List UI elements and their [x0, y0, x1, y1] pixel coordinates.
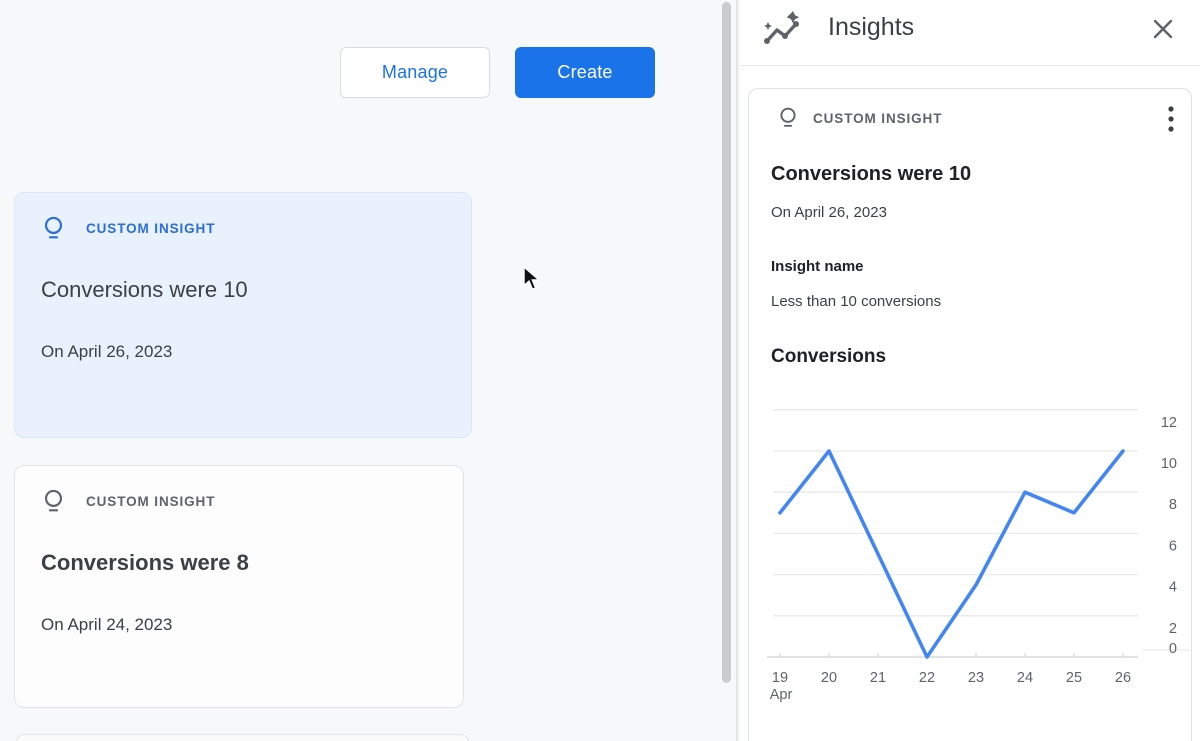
svg-text:23: 23: [968, 670, 984, 686]
left-list-scrollbar[interactable]: [722, 2, 731, 683]
insight-card-date: On April 24, 2023: [41, 615, 172, 635]
insight-name-label: Insight name: [771, 258, 864, 275]
metric-heading: Conversions: [771, 346, 886, 368]
svg-text:20: 20: [821, 670, 837, 686]
lightbulb-icon: [41, 215, 66, 242]
svg-text:12: 12: [1161, 415, 1177, 431]
analytics-insights-screen: Manage Create CUSTOM INSIGHT Conversions…: [0, 0, 1200, 741]
custom-insight-badge-row: CUSTOM INSIGHT: [41, 488, 215, 515]
manage-button[interactable]: Manage: [340, 47, 490, 98]
insight-name-value: Less than 10 conversions: [771, 293, 941, 310]
mouse-cursor: [522, 266, 544, 292]
conversions-line-chart: 1210864201920212223242526Apr: [740, 390, 1200, 712]
svg-text:19: 19: [772, 670, 788, 686]
custom-insight-badge-row: CUSTOM INSIGHT: [41, 215, 215, 242]
insights-icon: [760, 9, 806, 51]
custom-insight-badge: CUSTOM INSIGHT: [813, 111, 942, 126]
insights-panel: Insights CUSTOM INSIGHT: [740, 0, 1200, 741]
kebab-menu-icon: [1168, 105, 1174, 133]
insight-card-date: On April 26, 2023: [41, 342, 172, 362]
insight-card-conversions-10[interactable]: CUSTOM INSIGHT Conversions were 10 On Ap…: [14, 192, 472, 438]
custom-insight-badge-row: CUSTOM INSIGHT: [777, 106, 942, 130]
svg-text:22: 22: [919, 670, 935, 686]
panel-title: Insights: [828, 13, 914, 42]
svg-text:2: 2: [1169, 621, 1177, 637]
lightbulb-icon: [41, 488, 66, 515]
svg-text:21: 21: [870, 670, 886, 686]
svg-text:6: 6: [1169, 538, 1177, 554]
insight-detail-title: Conversions were 10: [771, 163, 971, 186]
panel-header-divider: [740, 65, 1200, 66]
close-panel-button[interactable]: [1146, 12, 1180, 46]
svg-text:4: 4: [1169, 580, 1177, 596]
svg-text:10: 10: [1161, 456, 1177, 472]
insight-options-button[interactable]: [1155, 101, 1187, 137]
svg-text:8: 8: [1169, 497, 1177, 513]
svg-text:24: 24: [1017, 670, 1033, 686]
custom-insight-badge: CUSTOM INSIGHT: [86, 494, 215, 509]
insight-card-title: Conversions were 10: [41, 277, 248, 303]
svg-text:0: 0: [1169, 641, 1177, 657]
insight-card-partial[interactable]: [15, 734, 470, 741]
custom-insight-badge: CUSTOM INSIGHT: [86, 221, 215, 236]
svg-text:Apr: Apr: [770, 687, 793, 703]
close-icon: [1150, 16, 1176, 42]
insight-card-title: Conversions were 8: [41, 550, 249, 576]
panel-divider-line: [736, 0, 738, 741]
insight-detail-date: On April 26, 2023: [771, 204, 887, 221]
insight-card-conversions-8[interactable]: CUSTOM INSIGHT Conversions were 8 On Apr…: [14, 465, 464, 708]
svg-text:26: 26: [1115, 670, 1131, 686]
lightbulb-icon: [777, 106, 799, 130]
create-button[interactable]: Create: [515, 47, 655, 98]
svg-text:25: 25: [1066, 670, 1082, 686]
insights-panel-header: Insights: [740, 0, 1200, 65]
